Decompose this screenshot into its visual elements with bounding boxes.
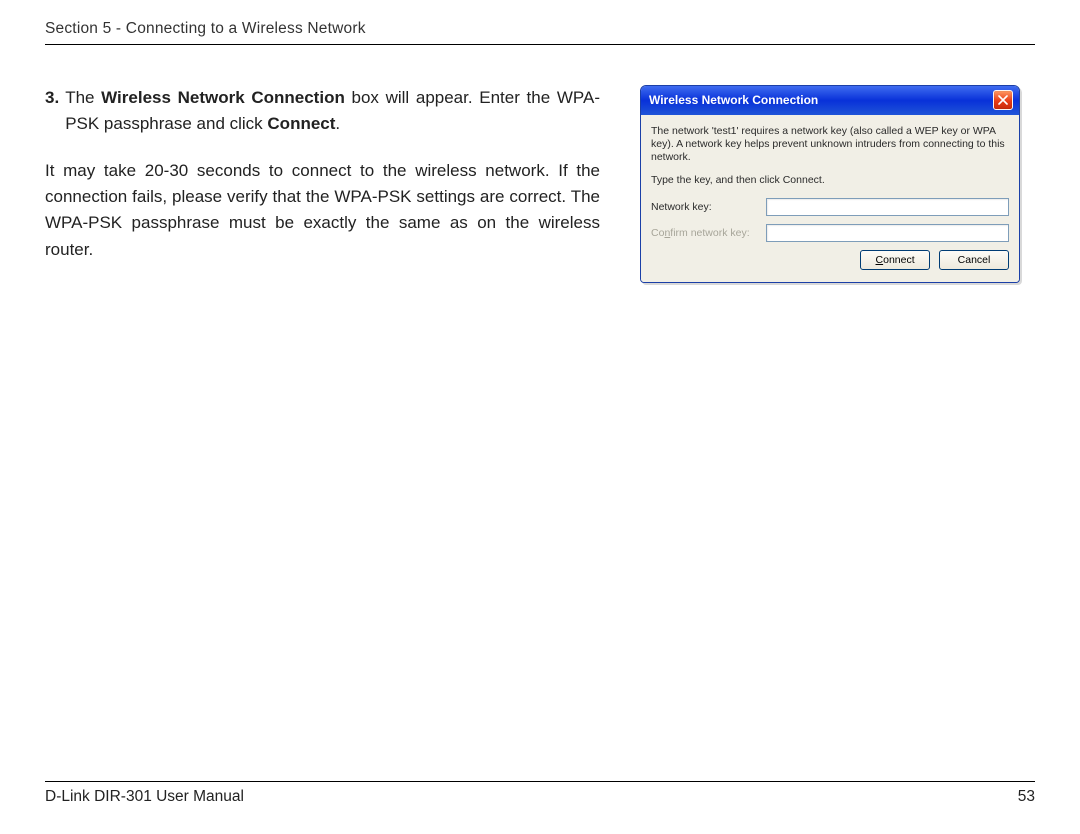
footer-manual-title: D-Link DIR-301 User Manual xyxy=(45,788,244,806)
step-bold-2: Connect xyxy=(267,114,335,133)
cancel-button[interactable]: Cancel xyxy=(939,250,1009,270)
step-bold-1: Wireless Network Connection xyxy=(101,88,345,107)
wireless-connection-dialog: Wireless Network Connection The network … xyxy=(640,85,1020,283)
step-3: 3. The Wireless Network Connection box w… xyxy=(45,85,600,138)
network-key-label: Network key: xyxy=(651,201,766,213)
confirm-key-row: Confirm network key: xyxy=(651,224,1009,242)
section-header: Section 5 - Connecting to a Wireless Net… xyxy=(45,20,1035,45)
network-key-row: Network key: xyxy=(651,198,1009,216)
confirm-key-input[interactable] xyxy=(766,224,1009,242)
step-text-post: . xyxy=(335,114,340,133)
step-number: 3. xyxy=(45,85,59,138)
close-icon[interactable] xyxy=(993,90,1013,110)
step-text: The Wireless Network Connection box will… xyxy=(65,85,600,138)
connection-note: It may take 20-30 seconds to connect to … xyxy=(45,158,600,263)
network-key-input[interactable] xyxy=(766,198,1009,216)
page-footer: D-Link DIR-301 User Manual 53 xyxy=(45,781,1035,806)
footer-page-number: 53 xyxy=(1018,788,1035,806)
dialog-title: Wireless Network Connection xyxy=(649,93,818,107)
dialog-titlebar[interactable]: Wireless Network Connection xyxy=(641,86,1019,115)
connect-button[interactable]: Connect xyxy=(860,250,930,270)
dialog-lead-text: The network 'test1' requires a network k… xyxy=(651,125,1009,164)
dialog-instruction: Type the key, and then click Connect. xyxy=(651,174,1009,186)
confirm-key-label: Confirm network key: xyxy=(651,227,766,239)
step-text-pre: The xyxy=(65,88,101,107)
